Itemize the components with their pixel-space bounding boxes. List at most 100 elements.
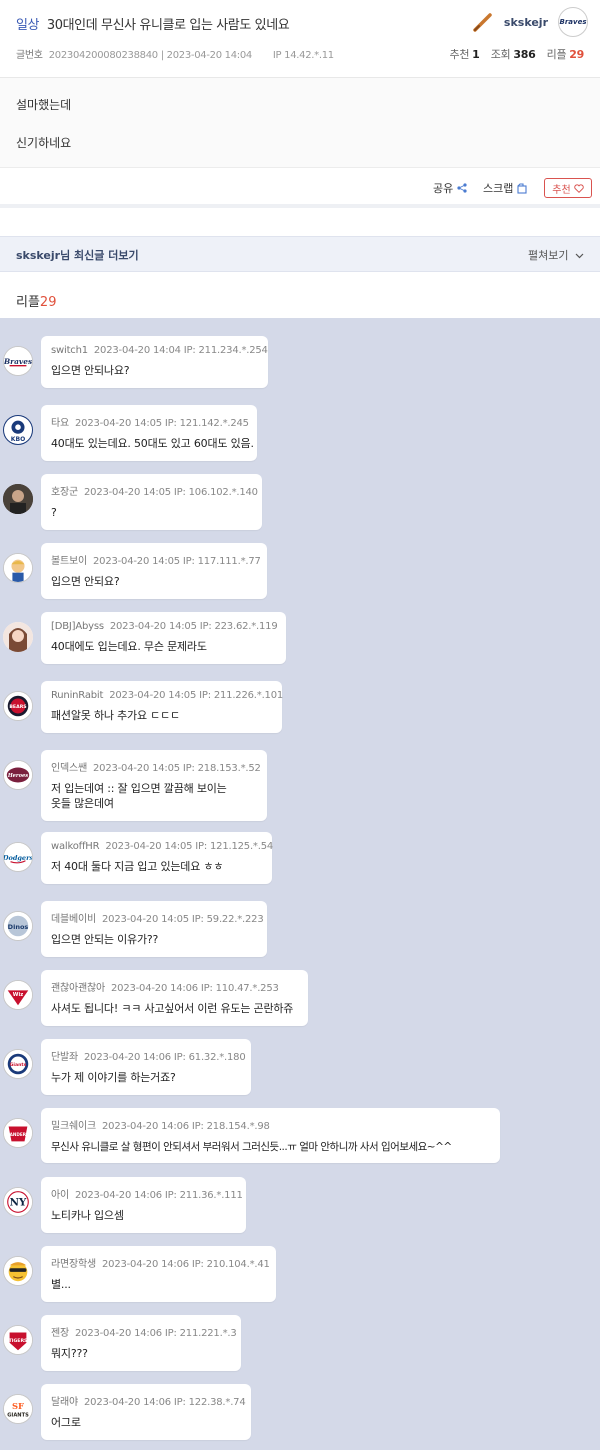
post-actions: 공유 스크랩 추천 bbox=[0, 168, 600, 208]
comment-bubble: 인덱스쌘 2023-04-20 14:05 IP: 218.153.*.52 저 … bbox=[41, 750, 267, 821]
svg-text:Wiz: Wiz bbox=[13, 992, 23, 998]
comment-text: 입으면 안되요? bbox=[51, 575, 120, 588]
post-stats: 추천 1 조회 386 리플 29 bbox=[449, 48, 585, 61]
comment-bubble: 데블베이비 2023-04-20 14:05 IP: 59.22.*.223 입으… bbox=[41, 901, 267, 957]
post-ip: IP 14.42.*.11 bbox=[272, 50, 334, 61]
post-header: 일상 30대인데 무신사 유니클로 입는 사람도 있네요 글번호 20230420… bbox=[0, 0, 600, 78]
comment-bubble: 밀크쉐이크 2023-04-20 14:06 IP: 218.154.*.98 무… bbox=[41, 1108, 500, 1164]
team-logo-wiz-avatar[interactable]: Wiz bbox=[3, 980, 33, 1010]
recommend-count: 1 bbox=[472, 48, 480, 61]
team-logo-dinos-avatar[interactable]: Dinos bbox=[3, 911, 33, 941]
comment-nick[interactable]: 인덱스쌘 bbox=[51, 763, 87, 774]
reply-section-title: 리플29 bbox=[16, 295, 57, 310]
svg-text:Braves: Braves bbox=[4, 357, 32, 366]
post-body: 설마했는데 신기하네요 bbox=[0, 78, 600, 168]
svg-text:Dodgers: Dodgers bbox=[4, 854, 32, 862]
comment-bubble: 타요 2023-04-20 14:05 IP: 121.142.*.245 40대… bbox=[41, 405, 257, 461]
comment-nick[interactable]: 달래야 bbox=[51, 1397, 78, 1408]
comment-text: 입으면 안되나요? bbox=[51, 364, 130, 377]
comment-bubble: walkoffHR 2023-04-20 14:05 IP: 121.125.*.… bbox=[41, 832, 273, 884]
cool-face-emoji-avatar[interactable] bbox=[3, 1256, 33, 1286]
vault-boy-avatar[interactable] bbox=[3, 553, 33, 583]
team-logo-tigers-avatar[interactable]: TIGERS bbox=[3, 1325, 33, 1355]
author-name[interactable]: skskejr bbox=[504, 16, 548, 29]
kbo-logo-avatar[interactable]: KBO bbox=[3, 415, 33, 445]
post-category[interactable]: 일상 bbox=[16, 18, 40, 33]
post-author[interactable]: skskejr Braves bbox=[472, 6, 588, 38]
comment-nick[interactable]: 라면장학생 bbox=[51, 1259, 96, 1270]
comment-nick[interactable]: walkoffHR bbox=[51, 841, 100, 852]
comment-ip: IP: 211.234.*.254 bbox=[183, 345, 268, 356]
folder-icon bbox=[517, 182, 527, 194]
comment-bubble: 볼트보이 2023-04-20 14:05 IP: 117.111.*.77 입으… bbox=[41, 543, 267, 599]
comment-text: 노티카나 입으셈 bbox=[51, 1209, 124, 1222]
post-date: 2023-04-20 14:04 bbox=[166, 50, 253, 61]
svg-text:NY: NY bbox=[10, 1197, 27, 1209]
comment-nick[interactable]: [DBJ]Abyss bbox=[51, 621, 104, 632]
svg-text:KBO: KBO bbox=[11, 436, 25, 443]
comment-text: 무신사 유니클로 살 형편이 안되셔서 부러워서 그러신듯...ㅠ 얼마 안하니… bbox=[51, 1141, 452, 1153]
expand-toggle[interactable]: 펼쳐보기 bbox=[528, 247, 584, 263]
post-title: 30대인데 무신사 유니클로 입는 사람도 있네요 bbox=[46, 18, 290, 33]
post-body-line: 설마했는데 bbox=[16, 98, 72, 112]
svg-text:SF: SF bbox=[12, 1401, 24, 1411]
user-photo-avatar[interactable] bbox=[3, 622, 33, 652]
share-icon bbox=[457, 183, 467, 193]
post-body-line: 신기하네요 bbox=[16, 136, 72, 150]
scrap-button[interactable]: 스크랩 bbox=[483, 180, 527, 196]
team-logo-giants-avatar[interactable]: Giants bbox=[3, 1049, 33, 1079]
recommend-button[interactable]: 추천 bbox=[544, 178, 592, 198]
comment-bubble: 단발좌 2023-04-20 14:06 IP: 61.32.*.180 누가 제… bbox=[41, 1039, 251, 1095]
team-logo-dodgers-avatar[interactable]: Dodgers bbox=[3, 842, 33, 872]
comment-nick[interactable]: 괜찮아괜찮아 bbox=[51, 983, 105, 994]
comment-text: 저 40대 둘다 지금 입고 있는데요 ㅎㅎ bbox=[51, 860, 224, 873]
team-logo-landers-avatar[interactable]: LANDERS bbox=[3, 1118, 33, 1148]
comment-nick[interactable]: 젠장 bbox=[51, 1328, 69, 1339]
user-photo-avatar[interactable] bbox=[3, 484, 33, 514]
comment-nick[interactable]: RuninRabit bbox=[51, 690, 103, 701]
comment-date: 2023-04-20 14:04 bbox=[93, 345, 181, 356]
comment-bubble: 달래야 2023-04-20 14:06 IP: 122.38.*.74 어그로 bbox=[41, 1384, 251, 1440]
author-avatar[interactable]: Braves bbox=[558, 7, 588, 37]
svg-text:Heroes: Heroes bbox=[7, 773, 28, 779]
reply-list: Braves switch1 2023-04-20 14:04 IP: 211.2… bbox=[0, 318, 600, 1450]
more-posts-title[interactable]: skskejr님 최신글 더보기 bbox=[16, 247, 139, 263]
comment-text: 뭐지??? bbox=[51, 1347, 88, 1360]
team-logo-braves-avatar[interactable]: Braves bbox=[3, 346, 33, 376]
svg-text:LANDERS: LANDERS bbox=[7, 1132, 29, 1137]
svg-text:Giants: Giants bbox=[10, 1062, 27, 1068]
chevron-down-icon bbox=[575, 253, 584, 259]
comment-text: 40대에도 입는데요. 무슨 문제라도 bbox=[51, 640, 207, 653]
comment-nick[interactable]: 단발좌 bbox=[51, 1052, 78, 1063]
comment-bubble: switch1 2023-04-20 14:04 IP: 211.234.*.25… bbox=[41, 336, 268, 388]
comment-nick[interactable]: 호장군 bbox=[51, 487, 78, 498]
comment-nick[interactable]: 데블베이비 bbox=[51, 914, 96, 925]
svg-text:Dinos: Dinos bbox=[8, 923, 29, 931]
svg-text:GIANTS: GIANTS bbox=[7, 1412, 29, 1418]
team-logo-sf-giants-avatar[interactable]: SF GIANTS bbox=[3, 1394, 33, 1424]
team-logo-bears-avatar[interactable]: BEARS bbox=[3, 691, 33, 721]
comment-text: ? bbox=[51, 506, 57, 519]
comment-text: 어그로 bbox=[51, 1416, 81, 1429]
comment-bubble: 괜찮아괜찮아 2023-04-20 14:06 IP: 110.47.*.253 … bbox=[41, 970, 308, 1026]
comment-nick[interactable]: 밀크쉐이크 bbox=[51, 1121, 96, 1132]
more-posts-bar[interactable]: skskejr님 최신글 더보기 펼쳐보기 bbox=[0, 236, 600, 272]
comment-nick[interactable]: 아이 bbox=[51, 1190, 69, 1201]
comment-nick[interactable]: 타요 bbox=[51, 418, 69, 429]
comment-text: 입으면 안되는 이유가?? bbox=[51, 933, 159, 946]
comment-nick[interactable]: 볼트보이 bbox=[51, 556, 87, 567]
team-logo-heroes-avatar[interactable]: Heroes bbox=[3, 760, 33, 790]
comment-bubble: [DBJ]Abyss 2023-04-20 14:05 IP: 223.62.*.… bbox=[41, 612, 286, 664]
post-id: 202304200080238840 bbox=[48, 50, 158, 61]
post-id-label: 글번호 bbox=[16, 50, 43, 61]
comment-text: 누가 제 이야기를 하는거죠? bbox=[51, 1071, 176, 1084]
comment-nick[interactable]: switch1 bbox=[51, 345, 88, 356]
comment-text: 사셔도 됩니다! ㅋㅋ 사고싶어서 이런 유도는 곤란하쥬 bbox=[51, 1002, 294, 1015]
comment-bubble: 호장군 2023-04-20 14:05 IP: 106.102.*.140 ? bbox=[41, 474, 262, 530]
comment-bubble: 젠장 2023-04-20 14:06 IP: 211.221.*.3 뭐지??? bbox=[41, 1315, 241, 1371]
comment-bubble: RuninRabit 2023-04-20 14:05 IP: 211.226.*… bbox=[41, 681, 283, 733]
post-meta: 글번호 202304200080238840 | 2023-04-20 14:04… bbox=[16, 50, 334, 61]
team-logo-yankees-avatar[interactable]: NY bbox=[3, 1187, 33, 1217]
baseball-bat-icon bbox=[473, 13, 492, 32]
share-button[interactable]: 공유 bbox=[433, 180, 467, 196]
